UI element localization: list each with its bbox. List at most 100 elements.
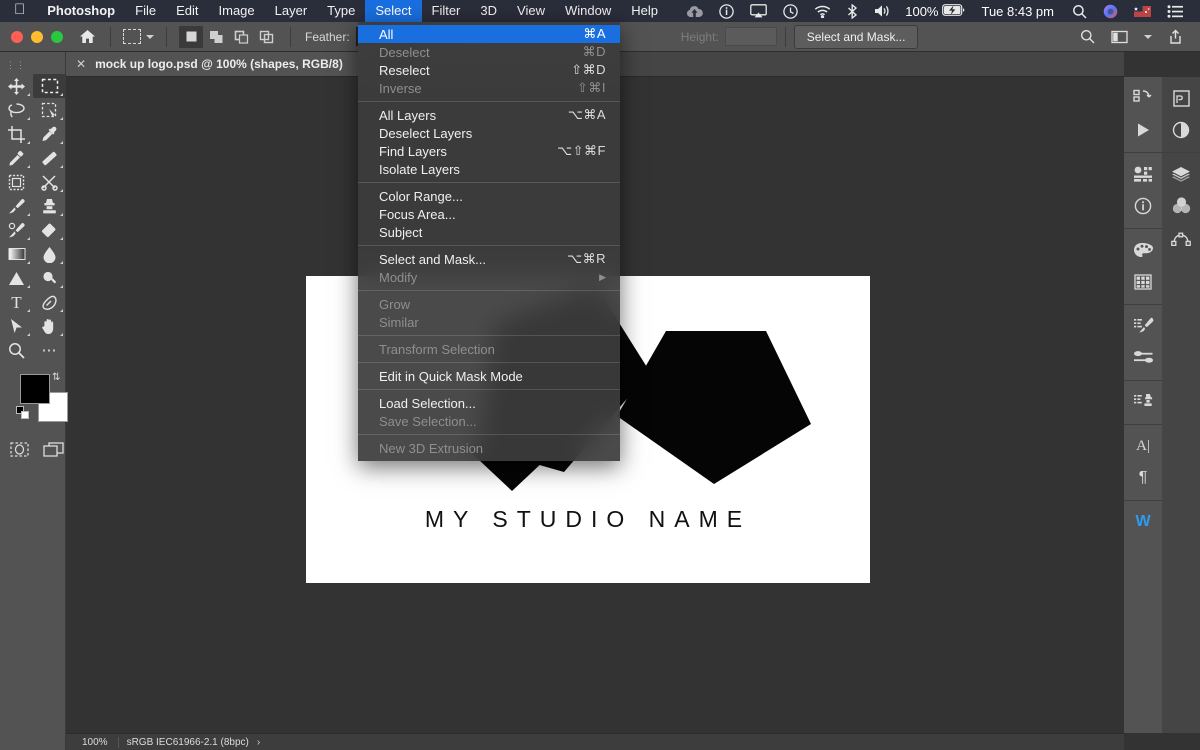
quick-mask-icon[interactable] [10,442,29,462]
clone-stamp-tool[interactable] [33,194,66,218]
wifi-icon[interactable] [806,0,839,22]
history-panel-icon[interactable] [1124,82,1162,114]
document-tab[interactable]: ✕ mock up logo.psd @ 100% (shapes, RGB/8… [66,51,359,76]
channels-panel-icon[interactable] [1162,190,1200,222]
active-tool-selector[interactable] [119,29,158,44]
menu-bar-clock[interactable]: Tue 8:43 pm [971,4,1064,19]
default-colors-icon[interactable] [16,406,29,419]
airplay-icon[interactable] [742,0,775,22]
battery-status[interactable]: 100% [899,4,971,19]
zoom-button[interactable] [51,31,63,43]
eraser-tool[interactable] [33,218,66,242]
workspace-icon[interactable] [1104,30,1135,44]
info-panel-icon[interactable] [1124,190,1162,222]
foreground-color-swatch[interactable] [20,374,50,404]
menu-3d[interactable]: 3D [470,0,507,22]
brush-tool[interactable] [0,194,33,218]
lasso-tool[interactable] [0,98,33,122]
brush-settings-panel-icon[interactable] [1124,310,1162,342]
dodge-tool[interactable] [0,266,33,290]
menu-item-color-range[interactable]: Color Range... [358,187,620,205]
menu-file[interactable]: File [125,0,166,22]
rectangular-marquee-tool[interactable] [33,74,66,98]
eyedropper-tool[interactable] [33,122,66,146]
intersect-with-selection-button[interactable] [254,26,278,48]
paths-panel-icon[interactable] [1162,222,1200,254]
menu-item-all-layers[interactable]: All Layers⌥⌘A [358,106,620,124]
brush-presets-panel-icon[interactable] [1124,342,1162,374]
menu-view[interactable]: View [507,0,555,22]
properties-panel-icon[interactable] [1162,82,1200,114]
search-icon[interactable] [1064,0,1095,22]
apple-logo-icon[interactable]:  [0,0,37,22]
patch-tool[interactable] [33,146,66,170]
move-tool[interactable] [0,74,33,98]
hand-tool[interactable] [33,314,66,338]
panel-grip[interactable]: ⋮⋮ [0,60,65,74]
menu-item-find-layers[interactable]: Find Layers⌥⇧⌘F [358,142,620,160]
select-dropdown-menu[interactable]: All⌘ADeselect⌘DReselect⇧⌘DInverse⇧⌘IAll … [358,22,620,461]
color-swatches-panel-icon[interactable] [1124,234,1162,266]
swatches-grid-panel-icon[interactable] [1124,266,1162,298]
volume-icon[interactable] [866,0,899,22]
wacom-panel-icon[interactable]: W [1124,506,1162,538]
quick-selection-tool[interactable] [33,98,66,122]
selection-mode-group[interactable] [179,26,278,48]
menu-help[interactable]: Help [621,0,668,22]
chevron-down-icon[interactable] [146,35,154,39]
search-icon[interactable] [1073,29,1102,44]
clone-source-panel-icon[interactable] [1124,386,1162,418]
flag-icon[interactable] [1126,0,1159,22]
zoom-tool[interactable] [0,338,33,362]
edit-toolbar-button[interactable]: ⋯ [33,338,66,362]
control-center-icon[interactable] [1159,0,1192,22]
character-panel-icon[interactable]: A| [1124,430,1162,462]
blur-tool[interactable] [33,242,66,266]
paragraph-panel-icon[interactable]: ¶ [1124,462,1162,494]
subtract-from-selection-button[interactable] [229,26,253,48]
siri-icon[interactable] [1095,0,1126,22]
time-machine-icon[interactable] [775,0,806,22]
libraries-panel-icon[interactable] [1124,158,1162,190]
home-icon[interactable] [73,29,102,44]
menu-item-subject[interactable]: Subject [358,223,620,241]
swap-colors-icon[interactable]: ⇅ [52,372,60,383]
layers-panel-icon[interactable] [1162,158,1200,190]
menu-photoshop[interactable]: Photoshop [37,0,125,22]
menu-window[interactable]: Window [555,0,621,22]
minimize-button[interactable] [31,31,43,43]
menu-item-select-and-mask[interactable]: Select and Mask...⌥⌘R [358,250,620,268]
chevron-right-icon[interactable]: › [257,737,268,748]
type-tool[interactable]: T [0,290,33,314]
actions-play-icon[interactable] [1124,114,1162,146]
height-input[interactable] [725,27,777,46]
menu-type[interactable]: Type [317,0,365,22]
clone-source-tool[interactable] [33,170,66,194]
new-selection-button[interactable] [179,26,203,48]
menu-item-focus-area[interactable]: Focus Area... [358,205,620,223]
window-traffic-lights[interactable] [0,31,73,43]
color-swatches[interactable]: ⇅ [6,372,66,428]
select-and-mask-button[interactable]: Select and Mask... [794,25,919,49]
pen-tool[interactable] [33,290,66,314]
zoom-level[interactable]: 100% [66,737,118,748]
chevron-down-icon[interactable] [1137,35,1159,39]
close-button[interactable] [11,31,23,43]
bluetooth-icon[interactable] [839,0,866,22]
history-brush-tool[interactable] [0,218,33,242]
menu-item-edit-in-quick-mask-mode[interactable]: Edit in Quick Mask Mode [358,367,620,385]
menu-select[interactable]: Select [365,0,421,22]
menu-filter[interactable]: Filter [422,0,471,22]
close-icon[interactable]: ✕ [76,58,86,70]
menu-item-isolate-layers[interactable]: Isolate Layers [358,160,620,178]
menu-item-deselect-layers[interactable]: Deselect Layers [358,124,620,142]
menu-item-reselect[interactable]: Reselect⇧⌘D [358,61,620,79]
info-circle-icon[interactable] [711,0,742,22]
cloud-upload-icon[interactable] [678,0,711,22]
screen-mode-icon[interactable] [43,442,64,462]
menu-item-load-selection[interactable]: Load Selection... [358,394,620,412]
add-to-selection-button[interactable] [204,26,228,48]
menu-edit[interactable]: Edit [166,0,208,22]
gradient-tool[interactable] [0,242,33,266]
frame-tool[interactable] [0,170,33,194]
